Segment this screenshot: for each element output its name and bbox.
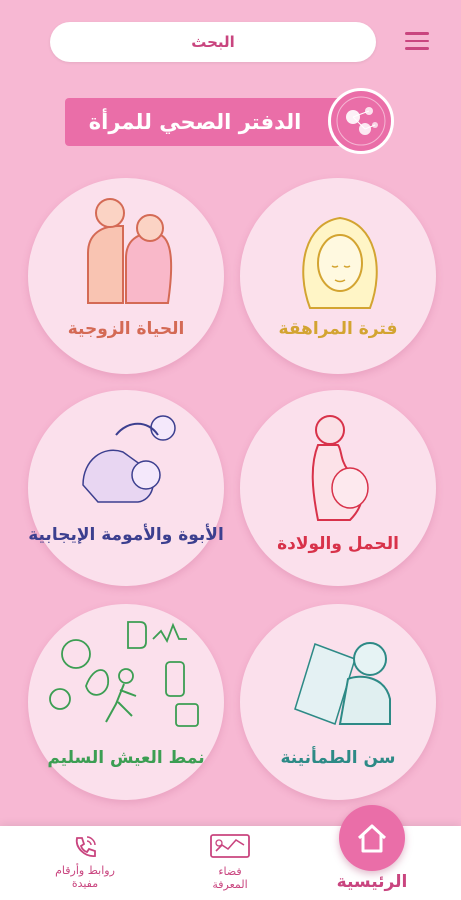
tile-label: فترة المراهقة <box>278 319 398 339</box>
tile-adolescence[interactable]: فترة المراهقة <box>240 178 436 374</box>
pregnant-woman-illustration <box>311 415 369 521</box>
tile-label: الحياة الزوجية <box>67 319 185 339</box>
app-title: الدفتر الصحي للمرأة <box>88 110 302 134</box>
home-icon <box>357 824 387 853</box>
parent-child-illustration <box>82 415 176 503</box>
tile-positive-parenting[interactable]: الأبوة والأمومة الإيجابية <box>28 390 224 586</box>
tile-married-life[interactable]: الحياة الزوجية <box>28 178 224 374</box>
top-bar: البحث <box>0 0 461 80</box>
tile-label: الأبوة والأمومة الإيجابية <box>28 525 224 545</box>
teen-girl-illustration <box>302 216 378 309</box>
older-woman-illustration <box>294 642 391 725</box>
nav-label-line1: روابط وأرقام <box>55 864 115 877</box>
home-label: الرئيسية <box>336 872 408 892</box>
hamburger-menu-icon[interactable] <box>405 32 429 52</box>
home-button[interactable] <box>339 805 405 871</box>
app-title-banner: الدفتر الصحي للمرأة <box>65 98 355 146</box>
nav-label-line2: المعرفة <box>212 878 248 891</box>
phone-icon <box>75 836 96 857</box>
tile-pregnancy[interactable]: الحمل والولادة <box>240 390 436 586</box>
search-bar[interactable]: البحث <box>50 22 376 62</box>
monitor-chart-icon <box>210 834 250 858</box>
couple-illustration <box>87 198 173 304</box>
nav-knowledge-space[interactable]: فضاء المعرفة <box>180 826 280 900</box>
tile-label: نمط العيش السليم <box>47 748 205 768</box>
tile-menopause[interactable]: سن الطمأنينة <box>240 604 436 800</box>
nav-label-line2: مفيدة <box>71 877 99 890</box>
healthy-lifestyle-illustration <box>49 621 199 727</box>
nav-useful-links[interactable]: روابط وأرقام مفيدة <box>35 826 135 900</box>
nav-label-line1: فضاء <box>218 865 242 878</box>
tile-healthy-lifestyle[interactable]: نمط العيش السليم <box>28 604 224 800</box>
search-label: البحث <box>191 33 235 51</box>
tile-label: الحمل والولادة <box>277 534 399 554</box>
women-health-logo-icon <box>328 88 394 154</box>
tile-label: سن الطمأنينة <box>280 748 396 768</box>
